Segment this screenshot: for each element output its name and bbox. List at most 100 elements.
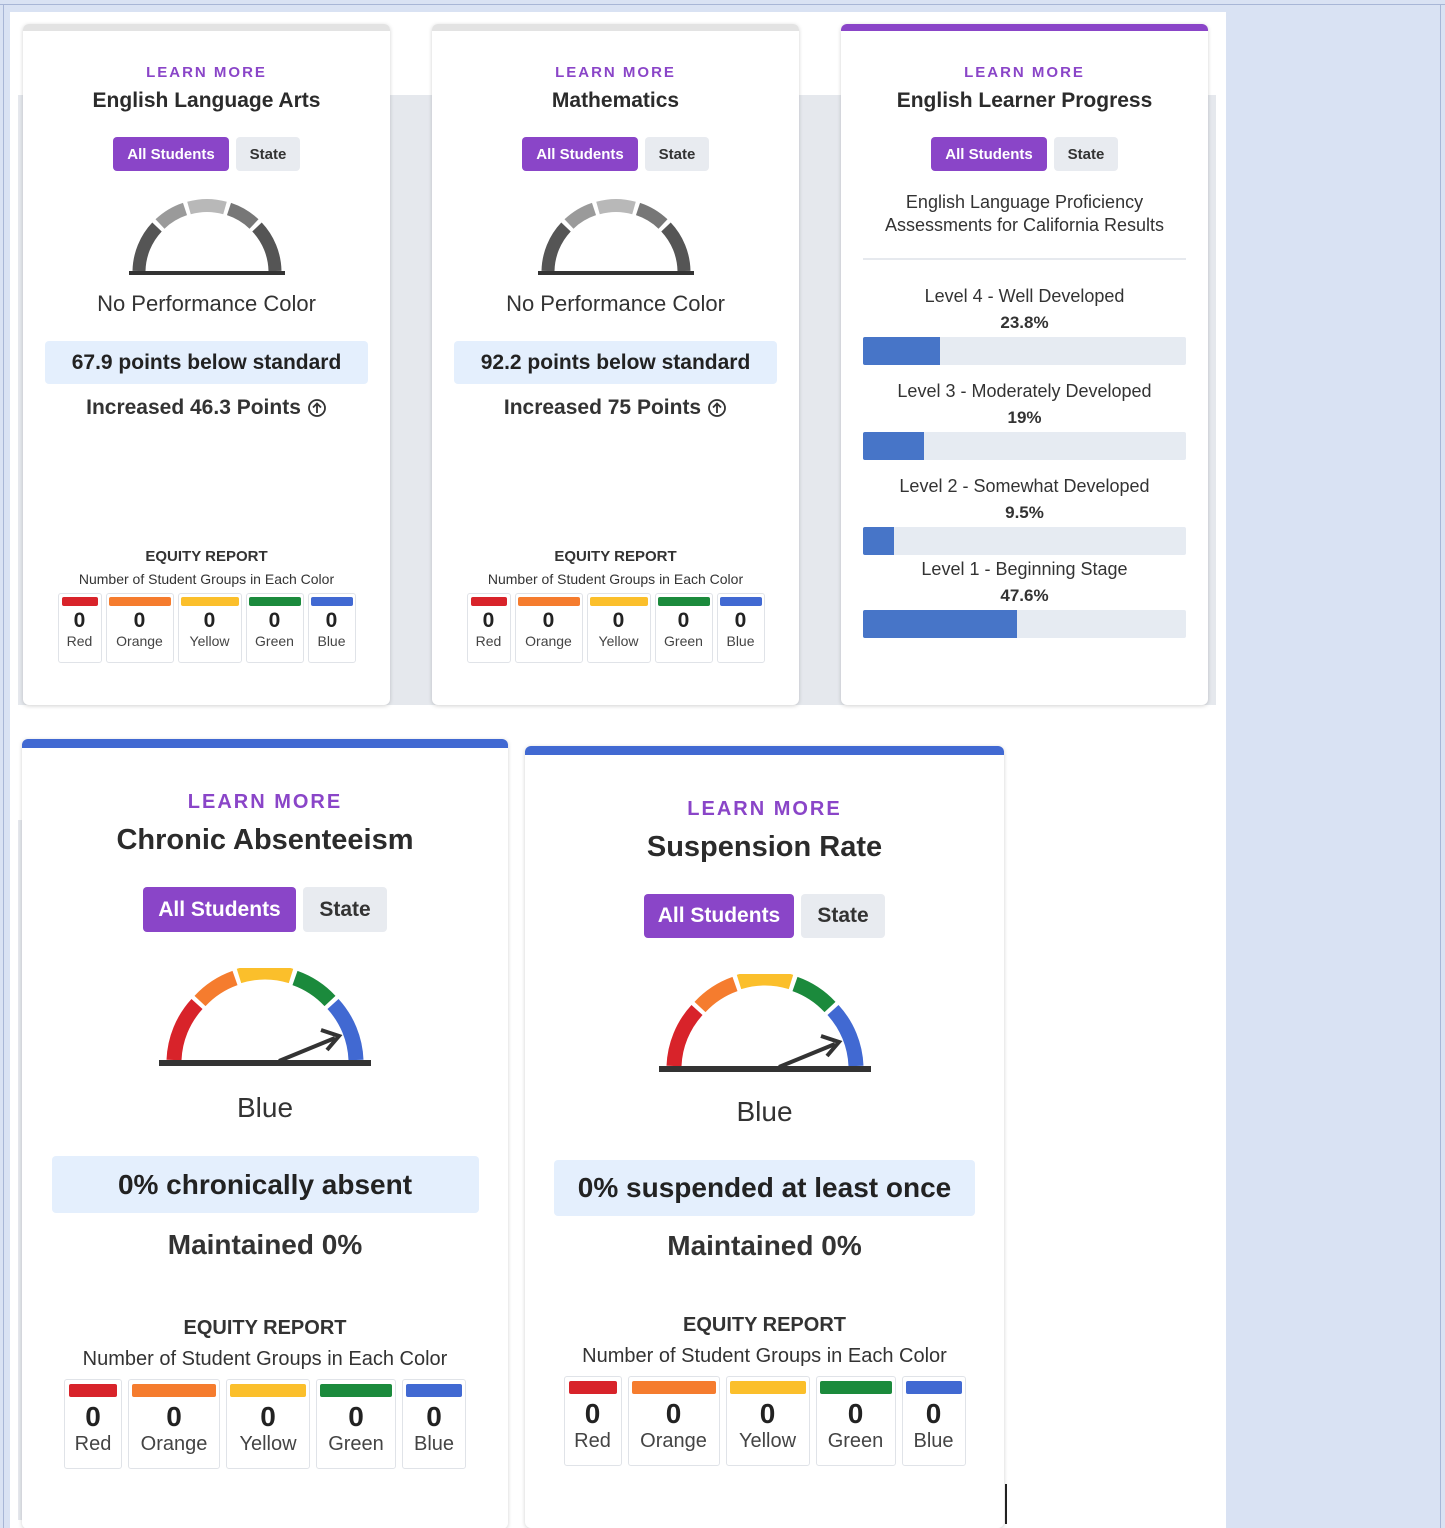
equity-report-subtitle: Number of Student Groups in Each Color: [82, 1348, 448, 1370]
equity-green: 0 Green: [654, 593, 713, 663]
equity-green: 0 Green: [815, 1376, 896, 1466]
equity-counts: 0 Red 0 Orange 0 Yellow 0 Green 0 Blue: [23, 593, 390, 663]
window-left-border: [3, 4, 4, 1528]
elpac-subtitle: English Language Proficiency Assessments…: [884, 192, 1165, 236]
card-top-bar: [525, 746, 1004, 755]
state-button[interactable]: State: [801, 894, 885, 938]
equity-report-subtitle: Number of Student Groups in Each Color: [487, 571, 744, 587]
equity-report-title: EQUITY REPORT: [683, 1314, 846, 1336]
equity-orange: 0 Orange: [128, 1379, 220, 1469]
level-1-bar: [863, 609, 1186, 638]
equity-yellow: 0 Yellow: [177, 593, 242, 663]
arrow-up-circle-icon: [708, 399, 727, 417]
equity-counts: 0 Red 0 Orange 0 Yellow 0 Green 0 Blue: [432, 593, 799, 663]
card-top-bar: [432, 24, 799, 31]
equity-orange: 0 Orange: [105, 593, 174, 663]
arrow-up-circle-icon: [307, 399, 326, 417]
level-1-percent: 47.6%: [1000, 585, 1049, 605]
level-4-bar: [863, 336, 1186, 365]
change-row: Increased 46.3 Points: [23, 396, 390, 420]
state-button[interactable]: State: [303, 887, 387, 932]
color-gauge-icon: [159, 968, 371, 1066]
card-title: English Learner Progress: [896, 89, 1153, 112]
status-box: 0% suspended at least once: [554, 1160, 975, 1216]
change-label: Increased 46.3 Points: [86, 396, 301, 419]
equity-blue: 0 Blue: [307, 593, 356, 663]
all-students-button[interactable]: All Students: [143, 887, 296, 932]
equity-green: 0 Green: [245, 593, 304, 663]
performance-color-label: Blue: [236, 1092, 294, 1123]
divider: [863, 257, 1186, 260]
card-top-bar: [22, 739, 508, 748]
level-3-label: Level 3 - Moderately Developed: [897, 380, 1152, 401]
card-mathematics: LEARN MORE Mathematics All Students Stat…: [432, 24, 799, 705]
change-row: Maintained 0%: [22, 1229, 508, 1261]
equity-orange: 0 Orange: [627, 1376, 720, 1466]
all-students-button[interactable]: All Students: [522, 137, 638, 171]
equity-blue: 0 Blue: [716, 593, 765, 663]
equity-counts: 0 Red 0 Orange 0 Yellow 0 Green 0 Blue: [22, 1379, 508, 1469]
equity-report-title: EQUITY REPORT: [554, 548, 677, 565]
level-2-bar: [863, 526, 1186, 555]
window-right-border: [1440, 4, 1441, 1528]
status-box: 0% chronically absent: [51, 1156, 479, 1213]
level-4-percent: 23.8%: [1000, 312, 1049, 332]
level-3-percent: 19%: [1007, 407, 1042, 427]
learn-more-link[interactable]: LEARN MORE: [841, 64, 1208, 81]
card-top-bar: [23, 24, 390, 31]
equity-counts: 0 Red 0 Orange 0 Yellow 0 Green 0 Blue: [525, 1376, 1004, 1466]
equity-report-title: EQUITY REPORT: [183, 1317, 347, 1339]
card-title: English Language Arts: [92, 89, 321, 112]
change-label: Maintained 0%: [167, 1229, 363, 1260]
window-top-border: [0, 4, 1445, 5]
state-button[interactable]: State: [645, 137, 709, 171]
equity-report-title: EQUITY REPORT: [145, 548, 268, 565]
state-button[interactable]: State: [1054, 137, 1118, 171]
color-gauge-icon: [658, 974, 871, 1072]
gray-gauge-icon: [537, 199, 694, 275]
equity-orange: 0 Orange: [514, 593, 583, 663]
all-students-button[interactable]: All Students: [931, 137, 1047, 171]
equity-green: 0 Green: [316, 1379, 396, 1469]
performance-color-label: No Performance Color: [97, 291, 316, 316]
performance-color-label: No Performance Color: [506, 291, 725, 316]
card-title: Suspension Rate: [646, 831, 883, 863]
equity-report-subtitle: Number of Student Groups in Each Color: [582, 1345, 947, 1367]
level-3-bar: [863, 431, 1186, 460]
level-1-label: Level 1 - Beginning Stage: [921, 558, 1128, 579]
card-title: Chronic Absenteeism: [116, 824, 414, 856]
level-2-percent: 9.5%: [1005, 502, 1044, 522]
equity-red: 0 Red: [57, 593, 102, 663]
card-english-learner-progress: LEARN MORE English Learner Progress All …: [841, 24, 1208, 705]
equity-red: 0 Red: [466, 593, 511, 663]
learn-more-link[interactable]: LEARN MORE: [525, 798, 1004, 821]
all-students-button[interactable]: All Students: [644, 894, 794, 938]
equity-yellow: 0 Yellow: [226, 1379, 310, 1469]
card-english-language-arts: LEARN MORE English Language Arts All Stu…: [23, 24, 390, 705]
card-top-bar: [841, 24, 1208, 31]
level-4-label: Level 4 - Well Developed: [924, 285, 1125, 306]
all-students-button[interactable]: All Students: [113, 137, 229, 171]
text-cursor: [1005, 1484, 1007, 1524]
card-chronic-absenteeism: LEARN MORE Chronic Absenteeism All Stude…: [22, 739, 508, 1528]
equity-report-subtitle: Number of Student Groups in Each Color: [78, 571, 335, 587]
change-label: Maintained 0%: [667, 1230, 862, 1261]
equity-red: 0 Red: [64, 1379, 122, 1469]
state-button[interactable]: State: [236, 137, 300, 171]
level-2-label: Level 2 - Somewhat Developed: [899, 475, 1150, 496]
equity-blue: 0 Blue: [402, 1379, 466, 1469]
learn-more-link[interactable]: LEARN MORE: [22, 791, 508, 814]
equity-yellow: 0 Yellow: [725, 1376, 810, 1466]
gray-gauge-icon: [128, 199, 285, 275]
change-row: Maintained 0%: [525, 1230, 1004, 1262]
change-row: Increased 75 Points: [432, 396, 799, 420]
equity-red: 0 Red: [563, 1376, 622, 1466]
card-suspension-rate: LEARN MORE Suspension Rate All Students …: [525, 746, 1004, 1528]
card-title: Mathematics: [551, 89, 680, 112]
status-box: 67.9 points below standard: [45, 341, 368, 384]
learn-more-link[interactable]: LEARN MORE: [23, 64, 390, 81]
performance-color-label: Blue: [736, 1096, 793, 1127]
status-box: 92.2 points below standard: [454, 341, 777, 384]
equity-blue: 0 Blue: [901, 1376, 966, 1466]
learn-more-link[interactable]: LEARN MORE: [432, 64, 799, 81]
